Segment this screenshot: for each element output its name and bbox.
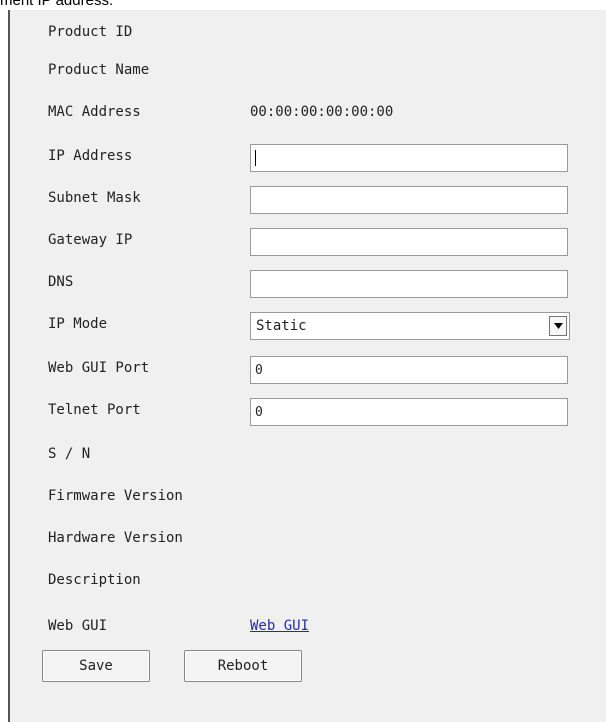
settings-panel: Product ID Product Name MAC Address 00:0… — [8, 10, 606, 722]
row-product-name: Product Name — [10, 58, 606, 82]
row-ip-mode: IP Mode Static — [10, 312, 606, 340]
ip-mode-selected-value: Static — [256, 318, 307, 334]
telnet-port-label: Telnet Port — [48, 402, 141, 418]
row-gateway-ip: Gateway IP — [10, 228, 606, 256]
hardware-version-label: Hardware Version — [48, 530, 183, 546]
gateway-ip-label: Gateway IP — [48, 232, 133, 248]
row-firmware-version: Firmware Version — [10, 484, 606, 508]
gateway-ip-input[interactable] — [250, 228, 568, 256]
row-web-gui-port: Web GUI Port — [10, 356, 606, 384]
row-product-id: Product ID — [10, 20, 606, 44]
ip-address-input[interactable] — [250, 144, 568, 172]
row-web-gui: Web GUI Web GUI — [10, 614, 606, 638]
dns-label: DNS — [48, 274, 74, 290]
row-subnet-mask: Subnet Mask — [10, 186, 606, 214]
dns-input[interactable] — [250, 270, 568, 298]
subnet-mask-label: Subnet Mask — [48, 190, 141, 206]
telnet-port-input[interactable] — [250, 398, 568, 426]
subnet-mask-input[interactable] — [250, 186, 568, 214]
row-dns: DNS — [10, 270, 606, 298]
row-serial-number: S / N — [10, 442, 606, 466]
web-gui-label: Web GUI — [48, 618, 108, 634]
text-caret — [255, 150, 256, 166]
row-description: Description — [10, 568, 606, 592]
row-telnet-port: Telnet Port — [10, 398, 606, 426]
web-gui-port-input[interactable] — [250, 356, 568, 384]
ip-mode-label: IP Mode — [48, 316, 108, 332]
row-hardware-version: Hardware Version — [10, 526, 606, 550]
row-ip-address: IP Address — [10, 144, 606, 172]
row-mac-address: MAC Address 00:00:00:00:00:00 — [10, 100, 606, 124]
description-label: Description — [48, 572, 141, 588]
product-name-label: Product Name — [48, 62, 150, 78]
product-id-label: Product ID — [48, 24, 133, 40]
reboot-button[interactable]: Reboot — [184, 650, 302, 682]
firmware-version-label: Firmware Version — [48, 488, 183, 504]
mac-address-label: MAC Address — [48, 104, 141, 120]
serial-number-label: S / N — [48, 446, 91, 462]
mac-address-value: 00:00:00:00:00:00 — [250, 104, 394, 120]
web-gui-link[interactable]: Web GUI — [250, 618, 309, 634]
web-gui-port-label: Web GUI Port — [48, 360, 150, 376]
save-button[interactable]: Save — [42, 650, 150, 682]
chevron-down-icon[interactable] — [549, 316, 567, 336]
ip-mode-select[interactable]: Static — [250, 312, 570, 340]
ip-address-label: IP Address — [48, 148, 133, 164]
